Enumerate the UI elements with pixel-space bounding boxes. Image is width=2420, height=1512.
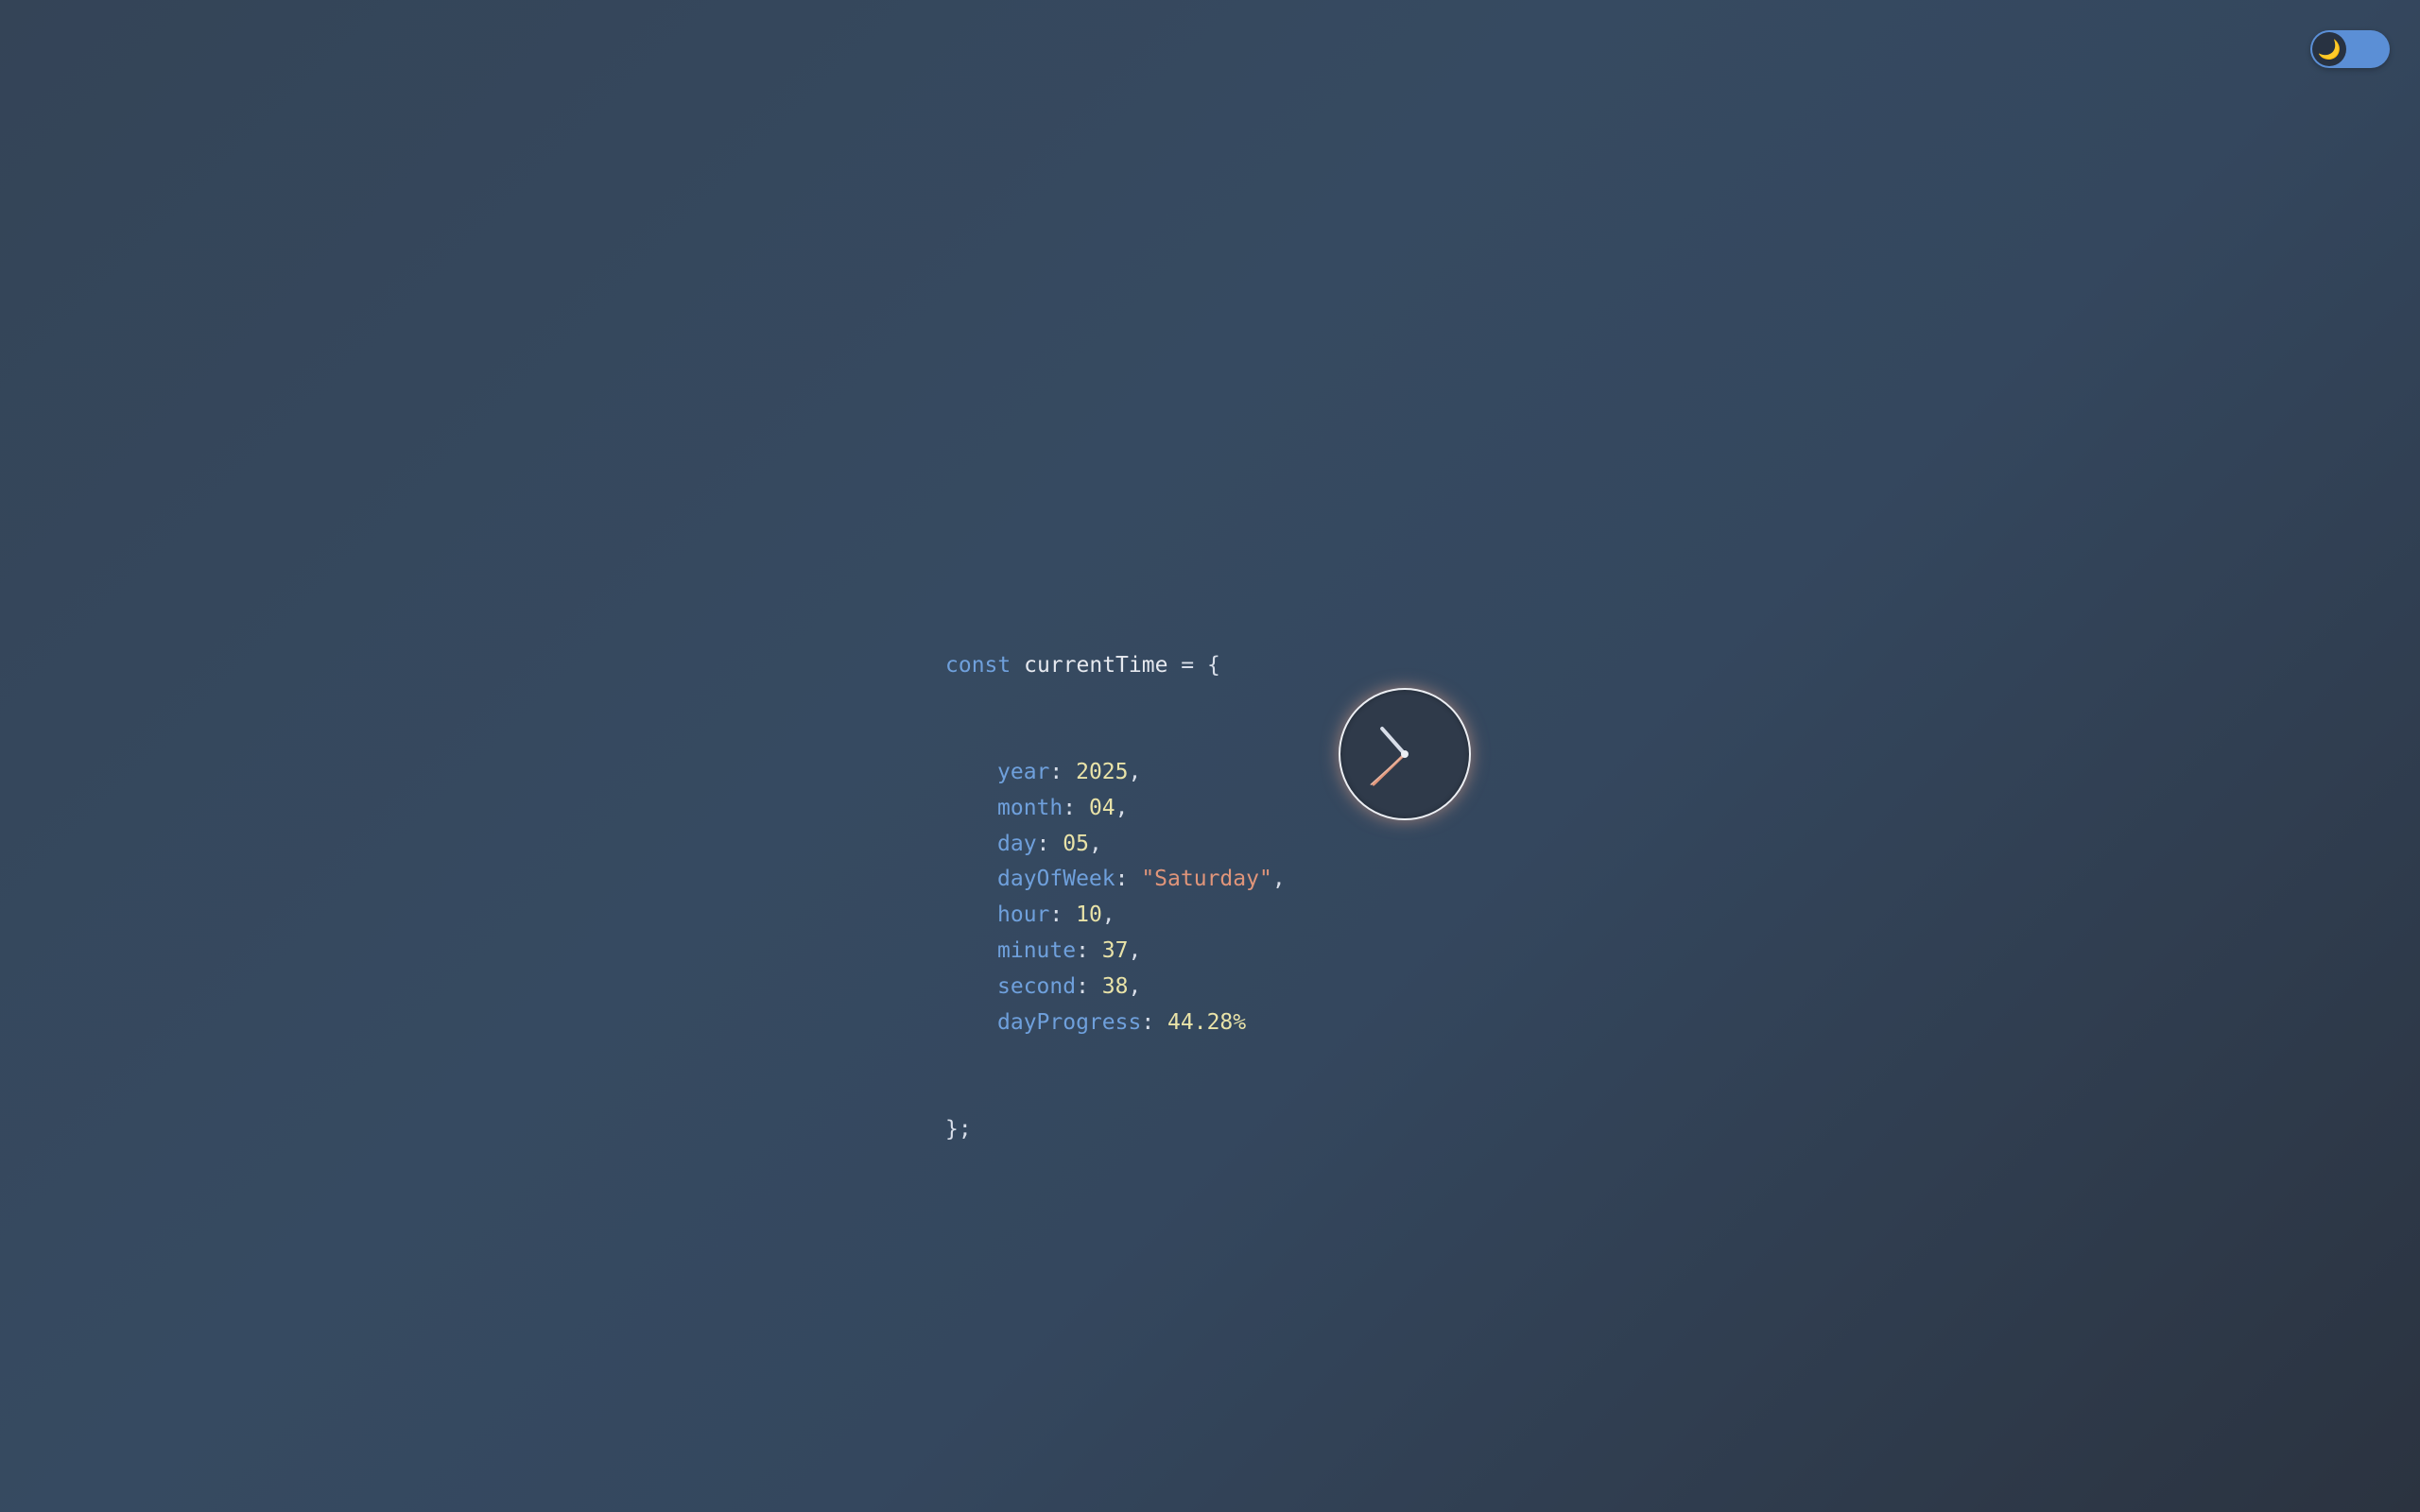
analog-clock xyxy=(1339,688,1471,820)
code-line-closing: }; xyxy=(945,1116,972,1142)
code-block: const currentTime = { year: 2025, month: … xyxy=(945,576,1286,1184)
field-value: 44.28% xyxy=(1167,1009,1247,1035)
field-key: minute xyxy=(997,937,1077,963)
field-key: dayProgress xyxy=(997,1009,1142,1035)
field-separator: , xyxy=(1115,795,1129,820)
field-value: 38 xyxy=(1101,973,1129,999)
field-value: 10 xyxy=(1076,902,1102,928)
field-value: "Saturday" xyxy=(1141,867,1272,892)
field-value: 05 xyxy=(1063,831,1089,856)
field-value: 37 xyxy=(1101,937,1129,963)
field-separator: , xyxy=(1101,902,1115,928)
code-line-year: year: 2025, xyxy=(997,759,1142,784)
field-separator: , xyxy=(1271,867,1286,892)
field-separator: , xyxy=(1128,759,1142,784)
variable-name: currentTime xyxy=(1024,652,1168,678)
field-separator: , xyxy=(1128,973,1142,999)
field-key: hour xyxy=(997,902,1050,928)
field-key: day xyxy=(997,831,1037,856)
clock-center-dot xyxy=(1401,750,1409,758)
second-hand xyxy=(1370,753,1406,785)
field-separator: , xyxy=(1128,937,1142,963)
code-line-dayOfWeek: dayOfWeek: "Saturday", xyxy=(997,867,1286,892)
field-value: 04 xyxy=(1088,795,1115,820)
field-key: year xyxy=(997,759,1050,784)
theme-toggle[interactable]: 🌙 xyxy=(2310,30,2390,68)
field-key: month xyxy=(997,795,1063,820)
code-line-minute: minute: 37, xyxy=(997,937,1142,963)
code-line-month: month: 04, xyxy=(997,795,1129,820)
assign-brace: = { xyxy=(1167,652,1220,678)
field-key: dayOfWeek xyxy=(997,867,1115,892)
code-line-day: day: 05, xyxy=(997,831,1102,856)
field-key: second xyxy=(997,973,1077,999)
const-keyword: const xyxy=(945,652,1011,678)
field-value: 2025 xyxy=(1076,759,1129,784)
code-line-dayProgress: dayProgress: 44.28% xyxy=(997,1009,1247,1035)
code-line-second: second: 38, xyxy=(997,973,1142,999)
hour-hand xyxy=(1380,727,1407,756)
code-line-declaration: const currentTime = { xyxy=(945,648,1286,684)
field-separator: , xyxy=(1088,831,1102,856)
clock-face xyxy=(1370,727,1409,786)
code-line-hour: hour: 10, xyxy=(997,902,1115,928)
moon-icon: 🌙 xyxy=(2312,32,2346,66)
field-list: year: 2025, month: 04, day: 05, dayOfWeek: … xyxy=(945,755,1286,1040)
